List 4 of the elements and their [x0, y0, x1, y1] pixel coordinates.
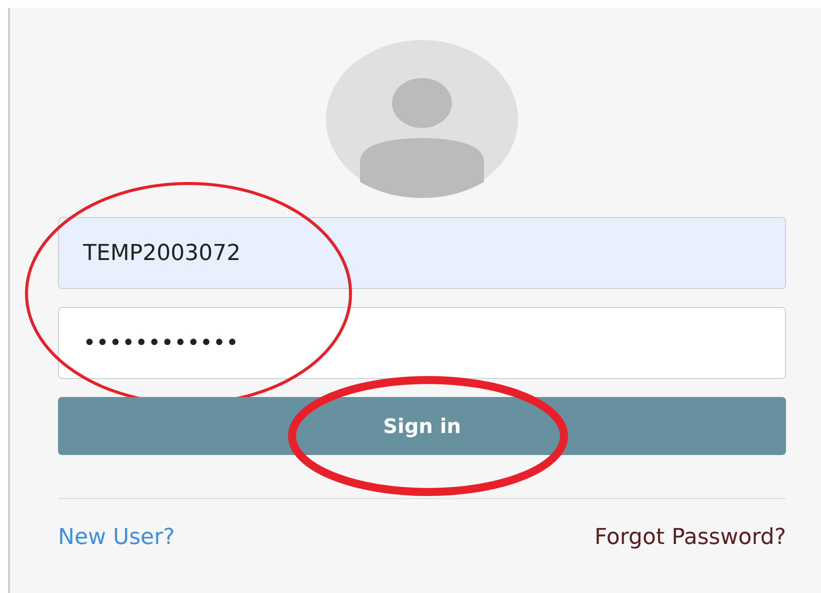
forgot-password-link[interactable]: Forgot Password?	[594, 525, 786, 550]
password-field[interactable]: ••••••••••••	[58, 307, 786, 379]
username-field[interactable]: TEMP2003072	[58, 217, 786, 289]
avatar-icon	[326, 40, 518, 198]
